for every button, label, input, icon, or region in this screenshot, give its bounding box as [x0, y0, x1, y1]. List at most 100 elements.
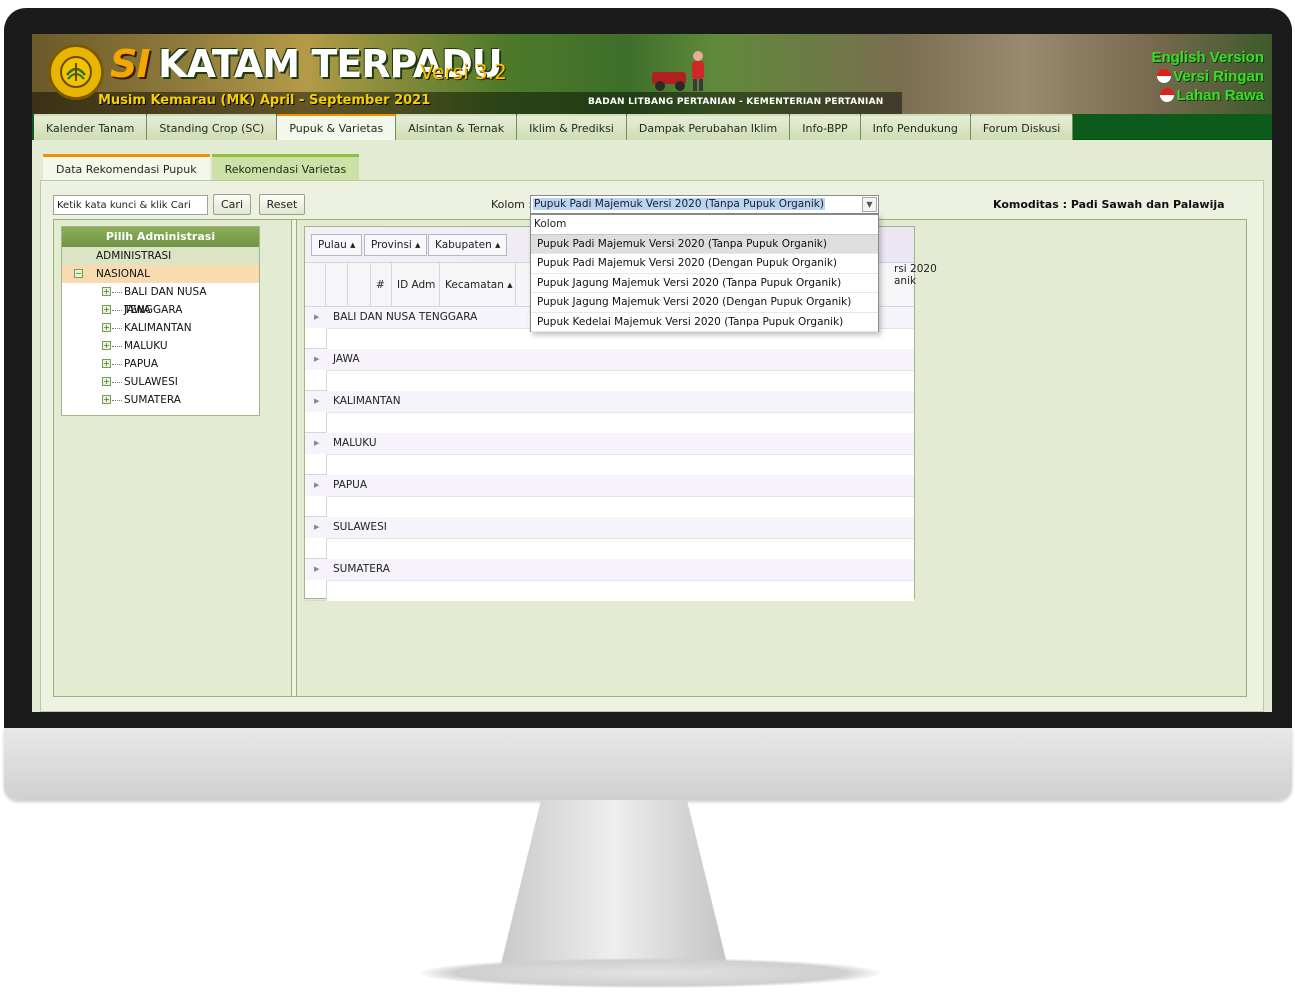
group-chip-provinsi[interactable]: Provinsi ▴ [364, 234, 428, 256]
reset-button[interactable]: Reset [259, 194, 305, 215]
group-title[interactable]: ▶ SUMATERA [305, 559, 914, 580]
header-spacer [348, 263, 371, 307]
collapse-icon[interactable]: − [74, 269, 83, 278]
group-title[interactable]: ▶ PAPUA [305, 475, 914, 496]
expand-icon[interactable]: + [102, 287, 111, 296]
expand-icon[interactable]: + [102, 395, 111, 404]
tree-node-label: JAWA [124, 304, 151, 316]
kementan-logo-icon [48, 44, 104, 100]
expand-arrow-icon[interactable]: ▶ [314, 391, 319, 412]
title-prefix: SI [110, 42, 151, 86]
tree-node-bali-nusa-tenggara[interactable]: + BALI DAN NUSA TENGGARA [62, 283, 259, 316]
clipped-header-line: anik [894, 275, 917, 287]
expand-arrow-icon[interactable]: ▶ [314, 433, 319, 454]
tree-node-label: KALIMANTAN [124, 322, 192, 334]
expand-icon[interactable]: + [102, 323, 111, 332]
tree-connector [112, 310, 122, 311]
group-subrow [326, 580, 914, 601]
menu-dampak-perubahan-iklim[interactable]: Dampak Perubahan Iklim [626, 114, 791, 140]
lahan-rawa-label: Lahan Rawa [1176, 87, 1264, 104]
tree-node-nasional[interactable]: − NASIONAL [62, 265, 259, 283]
header-banner: SI KATAM TERPADU Versi 3.2 Musim Kemarau… [32, 34, 1272, 114]
tree-node-jawa[interactable]: + JAWA [62, 301, 259, 319]
group-subrow [326, 538, 914, 559]
versi-ringan-link[interactable]: Versi Ringan [1151, 67, 1264, 86]
tree-node-sulawesi[interactable]: + SULAWESI [62, 373, 259, 391]
tree-node-label: SULAWESI [124, 376, 178, 388]
group-title[interactable]: ▶ MALUKU [305, 433, 914, 454]
group-title[interactable]: ▶ KALIMANTAN [305, 391, 914, 412]
group-chip-kabupaten[interactable]: Kabupaten ▴ [428, 234, 508, 256]
menu-info-pendukung[interactable]: Info Pendukung [860, 114, 971, 140]
content-panel: Cari Reset Kolom : Pupuk Padi Majemuk Ve… [40, 180, 1264, 712]
menu-info-bpp[interactable]: Info-BPP [790, 114, 861, 140]
group-row[interactable]: ▶ SUMATERA [305, 559, 914, 601]
expand-arrow-icon[interactable]: ▶ [314, 559, 319, 580]
group-row[interactable]: ▶ MALUKU [305, 433, 914, 475]
group-row[interactable]: ▶ JAWA [305, 349, 914, 391]
dropdown-option[interactable]: Pupuk Padi Majemuk Versi 2020 (Tanpa Pup… [531, 234, 878, 254]
chevron-down-icon[interactable]: ▼ [862, 197, 877, 212]
tree-node-label: MALUKU [124, 340, 168, 352]
komoditas-label: Komoditas : Padi Sawah dan Palawija [993, 198, 1225, 211]
expand-arrow-icon[interactable]: ▶ [314, 475, 319, 496]
group-label: MALUKU [333, 437, 377, 449]
group-title[interactable]: ▶ JAWA [305, 349, 914, 370]
tree-node-label: PAPUA [124, 358, 159, 370]
tree-node-kalimantan[interactable]: + KALIMANTAN [62, 319, 259, 337]
tab-data-rekomendasi-pupuk[interactable]: Data Rekomendasi Pupuk [43, 154, 210, 180]
kolom-select[interactable]: Pupuk Padi Majemuk Versi 2020 (Tanpa Pup… [530, 195, 879, 214]
header-spacer [326, 263, 348, 307]
group-subrow [326, 412, 914, 433]
menu-iklim-prediksi[interactable]: Iklim & Prediksi [517, 114, 627, 140]
expand-icon[interactable]: + [102, 359, 111, 368]
expand-arrow-icon[interactable]: ▶ [314, 517, 319, 538]
indonesia-flag-icon [1160, 88, 1175, 102]
tree-connector [112, 400, 122, 401]
tree-title: Pilih Administrasi [62, 227, 259, 247]
menu-pupuk-varietas[interactable]: Pupuk & Varietas [277, 114, 397, 140]
splitter-handle[interactable] [291, 220, 297, 696]
expand-arrow-icon[interactable]: ▶ [314, 307, 319, 328]
farmer-tractor-icon [652, 51, 704, 91]
group-label: BALI DAN NUSA TENGGARA [333, 311, 478, 323]
search-input[interactable] [53, 195, 208, 215]
dropdown-option[interactable]: Pupuk Padi Majemuk Versi 2020 (Dengan Pu… [531, 254, 878, 274]
versi-ringan-label: Versi Ringan [1173, 68, 1264, 85]
menu-kalender-tanam[interactable]: Kalender Tanam [34, 114, 148, 140]
season-label: Musim Kemarau (MK) April - September 202… [98, 93, 431, 108]
group-row[interactable]: ▶ SULAWESI [305, 517, 914, 559]
menu-standing-crop[interactable]: Standing Crop (SC) [147, 114, 278, 140]
expand-icon[interactable]: + [102, 377, 111, 386]
group-row[interactable]: ▶ KALIMANTAN [305, 391, 914, 433]
tree-node-papua[interactable]: + PAPUA [62, 355, 259, 373]
group-row[interactable]: ▶ PAPUA [305, 475, 914, 517]
subtabs: Data Rekomendasi Pupuk Rekomendasi Varie… [43, 154, 361, 180]
cari-button[interactable]: Cari [213, 194, 251, 215]
tree-node-maluku[interactable]: + MALUKU [62, 337, 259, 355]
agency-label: BADAN LITBANG PERTANIAN - KEMENTERIAN PE… [588, 97, 884, 107]
group-title[interactable]: ▶ SULAWESI [305, 517, 914, 538]
dropdown-option[interactable]: Pupuk Jagung Majemuk Versi 2020 (Tanpa P… [531, 274, 878, 293]
group-chip-pulau[interactable]: Pulau ▴ [311, 234, 363, 256]
tab-rekomendasi-varietas[interactable]: Rekomendasi Varietas [211, 154, 360, 180]
expand-icon[interactable]: + [102, 341, 111, 350]
column-header-kecamatan[interactable]: Kecamatan ▴ [440, 263, 516, 307]
english-version-link[interactable]: English Version [1151, 48, 1264, 67]
column-header-number[interactable]: # [371, 263, 392, 307]
group-subrow [326, 496, 914, 517]
dropdown-option[interactable]: Pupuk Kedelai Majemuk Versi 2020 (Tanpa … [531, 313, 878, 332]
tree-node-sumatera[interactable]: + SUMATERA [62, 391, 259, 409]
column-header-id-adm[interactable]: ID Adm [392, 263, 440, 307]
tree-connector [112, 364, 122, 365]
kolom-selected-value: Pupuk Padi Majemuk Versi 2020 (Tanpa Pup… [533, 198, 825, 210]
menu-forum-diskusi[interactable]: Forum Diskusi [970, 114, 1074, 140]
group-subrow [326, 454, 914, 475]
kolom-label: Kolom : [491, 198, 533, 211]
group-label: SULAWESI [333, 521, 387, 533]
menu-alsintan-ternak[interactable]: Alsintan & Ternak [396, 114, 518, 140]
dropdown-option[interactable]: Pupuk Jagung Majemuk Versi 2020 (Dengan … [531, 293, 878, 313]
expand-arrow-icon[interactable]: ▶ [314, 349, 319, 370]
lahan-rawa-link[interactable]: Lahan Rawa [1151, 86, 1264, 105]
expand-icon[interactable]: + [102, 305, 111, 314]
